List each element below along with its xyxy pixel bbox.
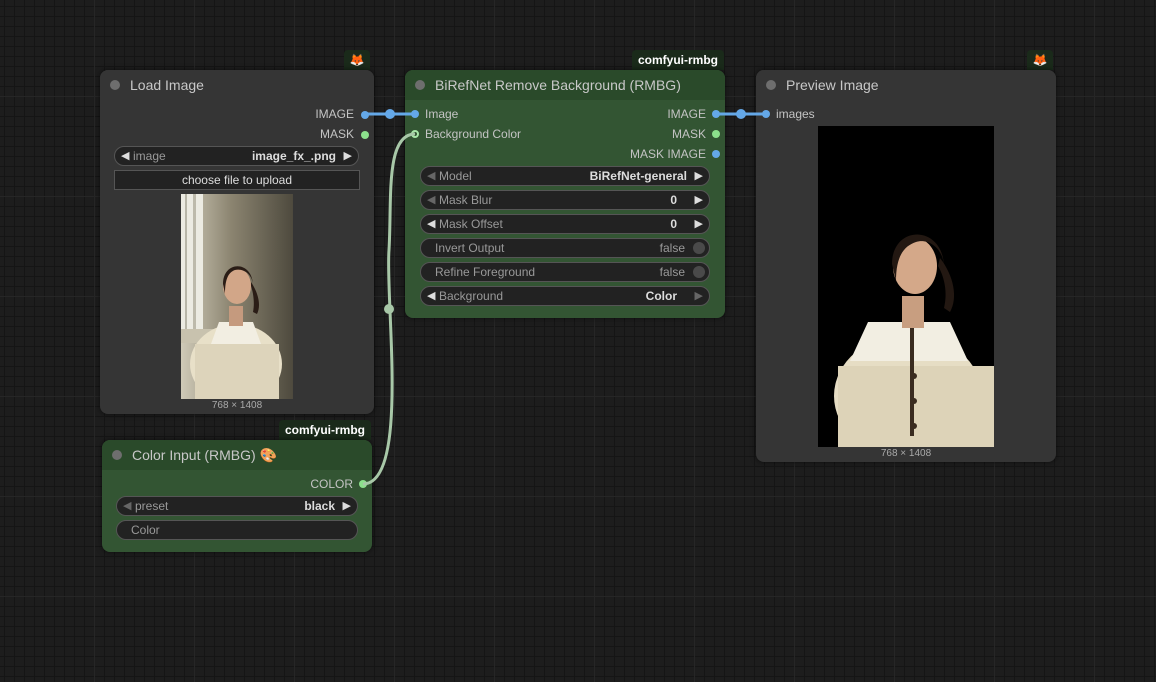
- output-image-label: IMAGE: [315, 107, 354, 121]
- arrow-left-icon[interactable]: ◀: [427, 215, 435, 233]
- widget-label: Model: [439, 169, 472, 183]
- link-midpoint: [385, 109, 395, 119]
- collapse-dot-icon[interactable]: [110, 80, 120, 90]
- widget-label: Refine Foreground: [435, 265, 536, 279]
- collapse-dot-icon[interactable]: [415, 80, 425, 90]
- arrow-left-icon[interactable]: ◀: [427, 191, 435, 209]
- node-header[interactable]: Color Input (RMBG) 🎨: [102, 440, 372, 470]
- widget-value: BiRefNet-general: [589, 169, 687, 183]
- widget-value: 0: [670, 193, 677, 207]
- output-image-label: IMAGE: [667, 107, 706, 121]
- loaded-photo: [181, 194, 293, 399]
- refine-foreground-toggle[interactable]: Refine Foreground false: [420, 262, 710, 282]
- output-color-slot[interactable]: [359, 480, 367, 488]
- arrow-left-icon[interactable]: ◀: [123, 497, 131, 515]
- output-mask-label: MASK: [319, 127, 354, 141]
- output-mask-slot[interactable]: [712, 130, 720, 138]
- node-source-badge: comfyui-rmbg: [632, 50, 725, 70]
- birefnet-node[interactable]: BiRefNet Remove Background (RMBG) Image …: [405, 70, 725, 318]
- input-image-slot[interactable]: [411, 110, 419, 118]
- arrow-right-icon[interactable]: ▶: [343, 497, 351, 515]
- preset-combo[interactable]: ◀ preset black ▶: [116, 496, 358, 516]
- arrow-left-icon[interactable]: ◀: [427, 167, 435, 185]
- node-title: Preview Image: [786, 77, 879, 93]
- output-mask-label: MASK: [671, 127, 706, 141]
- color-input-node[interactable]: Color Input (RMBG) 🎨 COLOR ◀ preset blac…: [102, 440, 372, 552]
- toggle-knob-icon[interactable]: [693, 266, 705, 278]
- image-combo[interactable]: ◀ image image_fx_.png ▶: [114, 146, 359, 166]
- widget-label: preset: [135, 499, 169, 513]
- arrow-right-icon[interactable]: ▶: [695, 167, 703, 185]
- arrow-right-icon[interactable]: ▶: [344, 147, 352, 165]
- widget-value: Color: [645, 289, 677, 303]
- widget-value: 0: [670, 217, 677, 231]
- input-background-color-label: Background Color: [425, 127, 522, 141]
- arrow-left-icon[interactable]: ◀: [121, 147, 129, 165]
- input-image-label: Image: [425, 107, 459, 121]
- collapse-dot-icon[interactable]: [112, 450, 122, 460]
- output-mask-image-slot[interactable]: [712, 150, 720, 158]
- link-midpoint: [384, 304, 394, 314]
- widget-label: Invert Output: [435, 241, 505, 255]
- node-source-badge: comfyui-rmbg: [279, 420, 372, 440]
- toggle-knob-icon[interactable]: [693, 242, 705, 254]
- upload-button[interactable]: choose file to upload: [114, 170, 360, 190]
- widget-label: Mask Offset: [439, 217, 503, 231]
- arrow-right-icon[interactable]: ▶: [695, 287, 703, 305]
- model-combo[interactable]: ◀ Model BiRefNet-general ▶: [420, 166, 710, 186]
- output-mask-slot[interactable]: [361, 131, 369, 139]
- arrow-right-icon[interactable]: ▶: [695, 191, 703, 209]
- node-title: BiRefNet Remove Background (RMBG): [435, 77, 681, 93]
- output-image-slot[interactable]: [361, 111, 369, 119]
- widget-value: false: [659, 265, 685, 279]
- fox-icon: 🦊: [344, 50, 370, 70]
- collapse-dot-icon[interactable]: [766, 80, 776, 90]
- node-title: Load Image: [130, 77, 204, 93]
- widget-value: false: [659, 241, 685, 255]
- fox-icon: 🦊: [1027, 50, 1053, 70]
- node-header[interactable]: BiRefNet Remove Background (RMBG): [405, 70, 725, 100]
- widget-label: Mask Blur: [439, 193, 493, 207]
- output-mask-image-label: MASK IMAGE: [629, 147, 706, 161]
- image-size-label: 768 × 1408: [211, 400, 263, 411]
- preview-photo: [818, 126, 994, 447]
- invert-output-toggle[interactable]: Invert Output false: [420, 238, 710, 258]
- widget-label: Background: [439, 289, 504, 303]
- mask-offset-number[interactable]: ◀ Mask Offset 0 ▶: [420, 214, 710, 234]
- node-header[interactable]: Preview Image: [756, 70, 1056, 100]
- arrow-right-icon[interactable]: ▶: [695, 215, 703, 233]
- link-midpoint: [736, 109, 746, 119]
- preview-image-node[interactable]: Preview Image images 768 × 1408: [756, 70, 1056, 462]
- output-image-slot[interactable]: [712, 110, 720, 118]
- input-images-label: images: [776, 107, 815, 121]
- widget-label: image: [133, 149, 166, 163]
- input-background-color-slot[interactable]: [411, 130, 419, 138]
- arrow-left-icon[interactable]: ◀: [427, 287, 435, 305]
- input-images-slot[interactable]: [762, 110, 770, 118]
- widget-value: black: [304, 499, 335, 513]
- node-title: Color Input (RMBG) 🎨: [132, 447, 278, 463]
- mask-blur-number[interactable]: ◀ Mask Blur 0 ▶: [420, 190, 710, 210]
- background-combo[interactable]: ◀ Background Color ▶: [420, 286, 710, 306]
- image-size-label: 768 × 1408: [880, 448, 932, 459]
- node-header[interactable]: Load Image: [100, 70, 374, 100]
- output-color-label: COLOR: [310, 477, 353, 491]
- color-text-field[interactable]: Color: [116, 520, 358, 540]
- widget-value: image_fx_.png: [251, 149, 336, 163]
- load-image-node[interactable]: Load Image IMAGE MASK ◀ image image_fx_.…: [100, 70, 374, 414]
